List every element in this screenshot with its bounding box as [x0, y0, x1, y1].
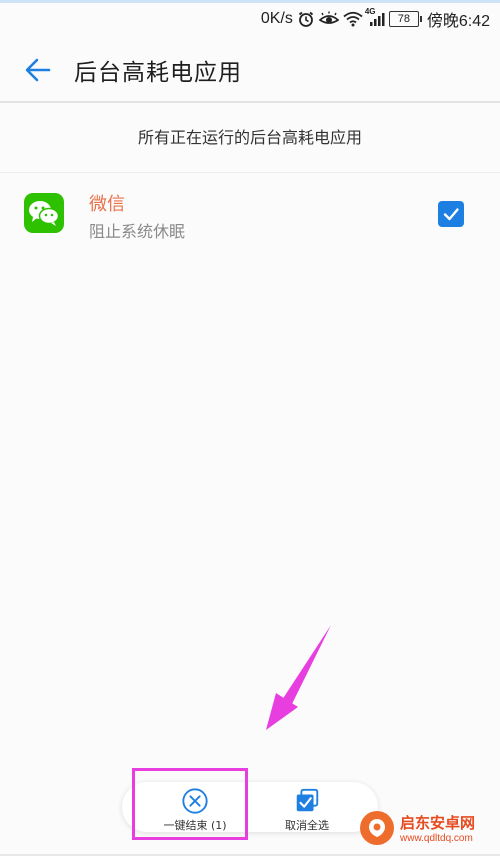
watermark: 启东安卓网 www.qdltdq.com [360, 800, 500, 856]
back-arrow-icon [25, 58, 51, 82]
app-header: 后台高耗电应用 [0, 40, 500, 100]
header-divider [0, 101, 500, 103]
eye-comfort-icon [318, 11, 339, 27]
battery-level: 78 [397, 13, 410, 25]
app-select-checkbox[interactable] [438, 201, 464, 227]
app-status: 阻止系统休眠 [89, 222, 186, 241]
signal-type-label: 4G [364, 7, 376, 16]
deselect-all-button[interactable]: 取消全选 [252, 787, 362, 833]
deselect-all-label: 取消全选 [285, 819, 329, 832]
wifi-icon [343, 11, 363, 27]
cellular-signal-icon: 4G [365, 7, 385, 27]
section-subtitle: 所有正在运行的后台高耗电应用 [137, 128, 362, 147]
section-divider [0, 172, 500, 173]
status-bar: 0K/s 4G 78 傍晚6:42 [0, 3, 500, 35]
battery-indicator: 78 [388, 11, 422, 27]
watermark-logo-icon [360, 811, 394, 845]
end-all-button[interactable]: 一键结束 (1) [140, 787, 250, 833]
alarm-icon [297, 10, 315, 28]
back-button[interactable] [16, 48, 60, 92]
close-circle-icon [182, 788, 208, 814]
wechat-icon [24, 193, 64, 233]
list-item[interactable]: 微信 阻止系统休眠 [0, 180, 500, 250]
end-all-label: 一键结束 (1) [163, 819, 227, 832]
deselect-all-icon [296, 788, 319, 812]
net-speed: 0K/s [260, 10, 293, 27]
watermark-name: 启东安卓网 [400, 814, 476, 832]
checkmark-icon [443, 208, 459, 221]
page-title: 后台高耗电应用 [74, 60, 242, 86]
app-name: 微信 [89, 194, 125, 215]
status-time: 傍晚6:42 [426, 13, 490, 30]
watermark-url: www.qdltdq.com [400, 833, 473, 844]
